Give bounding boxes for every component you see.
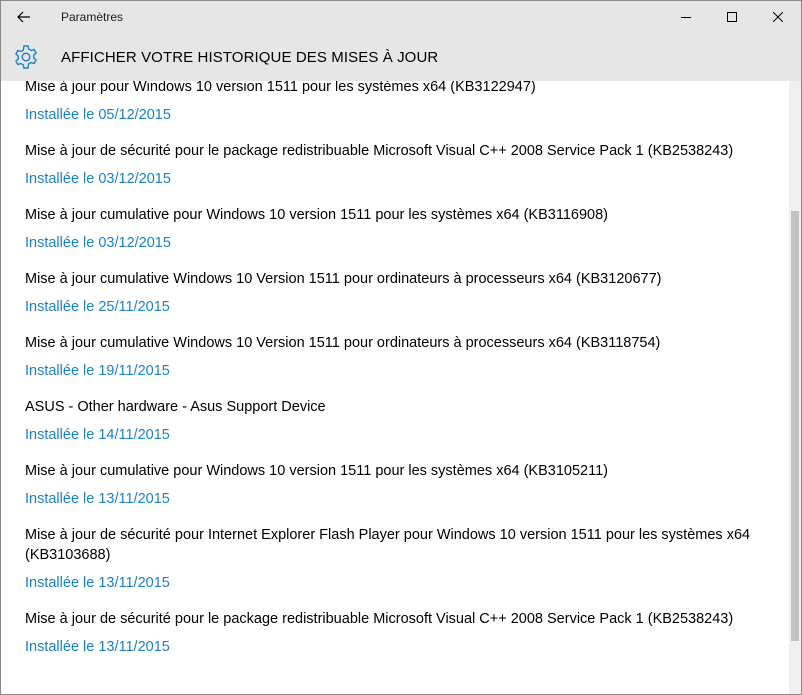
update-list: Mise à jour pour Windows 10 version 1511… xyxy=(25,81,789,673)
close-button[interactable] xyxy=(755,1,801,33)
page-header: AFFICHER VOTRE HISTORIQUE DES MISES À JO… xyxy=(1,33,801,81)
list-item: Mise à jour pour Windows 10 version 1511… xyxy=(25,81,789,141)
list-item: Mise à jour de sécurité pour le package … xyxy=(25,609,789,673)
update-title: Mise à jour pour Windows 10 version 1511… xyxy=(25,81,536,95)
maximize-button[interactable] xyxy=(709,1,755,33)
app-title: Paramètres xyxy=(61,10,124,24)
list-item: ASUS - Other hardware - Asus Support Dev… xyxy=(25,397,789,461)
update-date-link[interactable]: Installée le 19/11/2015 xyxy=(25,361,789,381)
window-controls xyxy=(663,1,801,33)
update-date-link[interactable]: Installée le 14/11/2015 xyxy=(25,425,789,445)
list-item: Mise à jour de sécurité pour le package … xyxy=(25,141,789,205)
update-title: Mise à jour cumulative Windows 10 Versio… xyxy=(25,271,662,287)
list-item: Mise à jour cumulative Windows 10 Versio… xyxy=(25,333,789,397)
update-date-link[interactable]: Installée le 25/11/2015 xyxy=(25,297,789,317)
close-icon xyxy=(773,12,783,22)
update-date-link[interactable]: Installée le 13/11/2015 xyxy=(25,489,789,509)
gear-icon xyxy=(13,44,39,70)
list-item: Mise à jour cumulative Windows 10 Versio… xyxy=(25,269,789,333)
title-bar: Paramètres xyxy=(1,1,801,33)
update-title: Mise à jour de sécurité pour Internet Ex… xyxy=(25,527,751,563)
page-title: AFFICHER VOTRE HISTORIQUE DES MISES À JO… xyxy=(61,48,439,66)
list-item: Mise à jour cumulative pour Windows 10 v… xyxy=(25,205,789,269)
settings-window: Paramètres AFFICHER VOTRE HISTORIQUE DES… xyxy=(0,0,802,695)
update-date-link[interactable]: Installée le 03/12/2015 xyxy=(25,169,789,189)
update-title: Mise à jour cumulative pour Windows 10 v… xyxy=(25,207,608,223)
update-title: ASUS - Other hardware - Asus Support Dev… xyxy=(25,399,326,415)
update-date-link[interactable]: Installée le 13/11/2015 xyxy=(25,637,789,657)
back-button[interactable] xyxy=(1,1,47,33)
vertical-scrollbar[interactable] xyxy=(789,81,801,694)
back-arrow-icon xyxy=(17,11,30,23)
list-item: Mise à jour de sécurité pour Internet Ex… xyxy=(25,525,789,609)
update-title: Mise à jour de sécurité pour le package … xyxy=(25,143,734,159)
update-date-link[interactable]: Installée le 05/12/2015 xyxy=(25,105,789,125)
minimize-icon xyxy=(681,17,691,18)
list-item: Mise à jour cumulative pour Windows 10 v… xyxy=(25,461,789,525)
maximize-icon xyxy=(727,12,737,22)
update-date-link[interactable]: Installée le 03/12/2015 xyxy=(25,233,789,253)
update-title: Mise à jour cumulative pour Windows 10 v… xyxy=(25,463,608,479)
update-date-link[interactable]: Installée le 13/11/2015 xyxy=(25,573,789,593)
minimize-button[interactable] xyxy=(663,1,709,33)
update-title: Mise à jour cumulative Windows 10 Versio… xyxy=(25,335,661,351)
update-history-content: Mise à jour pour Windows 10 version 1511… xyxy=(1,81,789,694)
update-title: Mise à jour de sécurité pour le package … xyxy=(25,611,734,627)
scrollbar-thumb[interactable] xyxy=(791,211,799,641)
